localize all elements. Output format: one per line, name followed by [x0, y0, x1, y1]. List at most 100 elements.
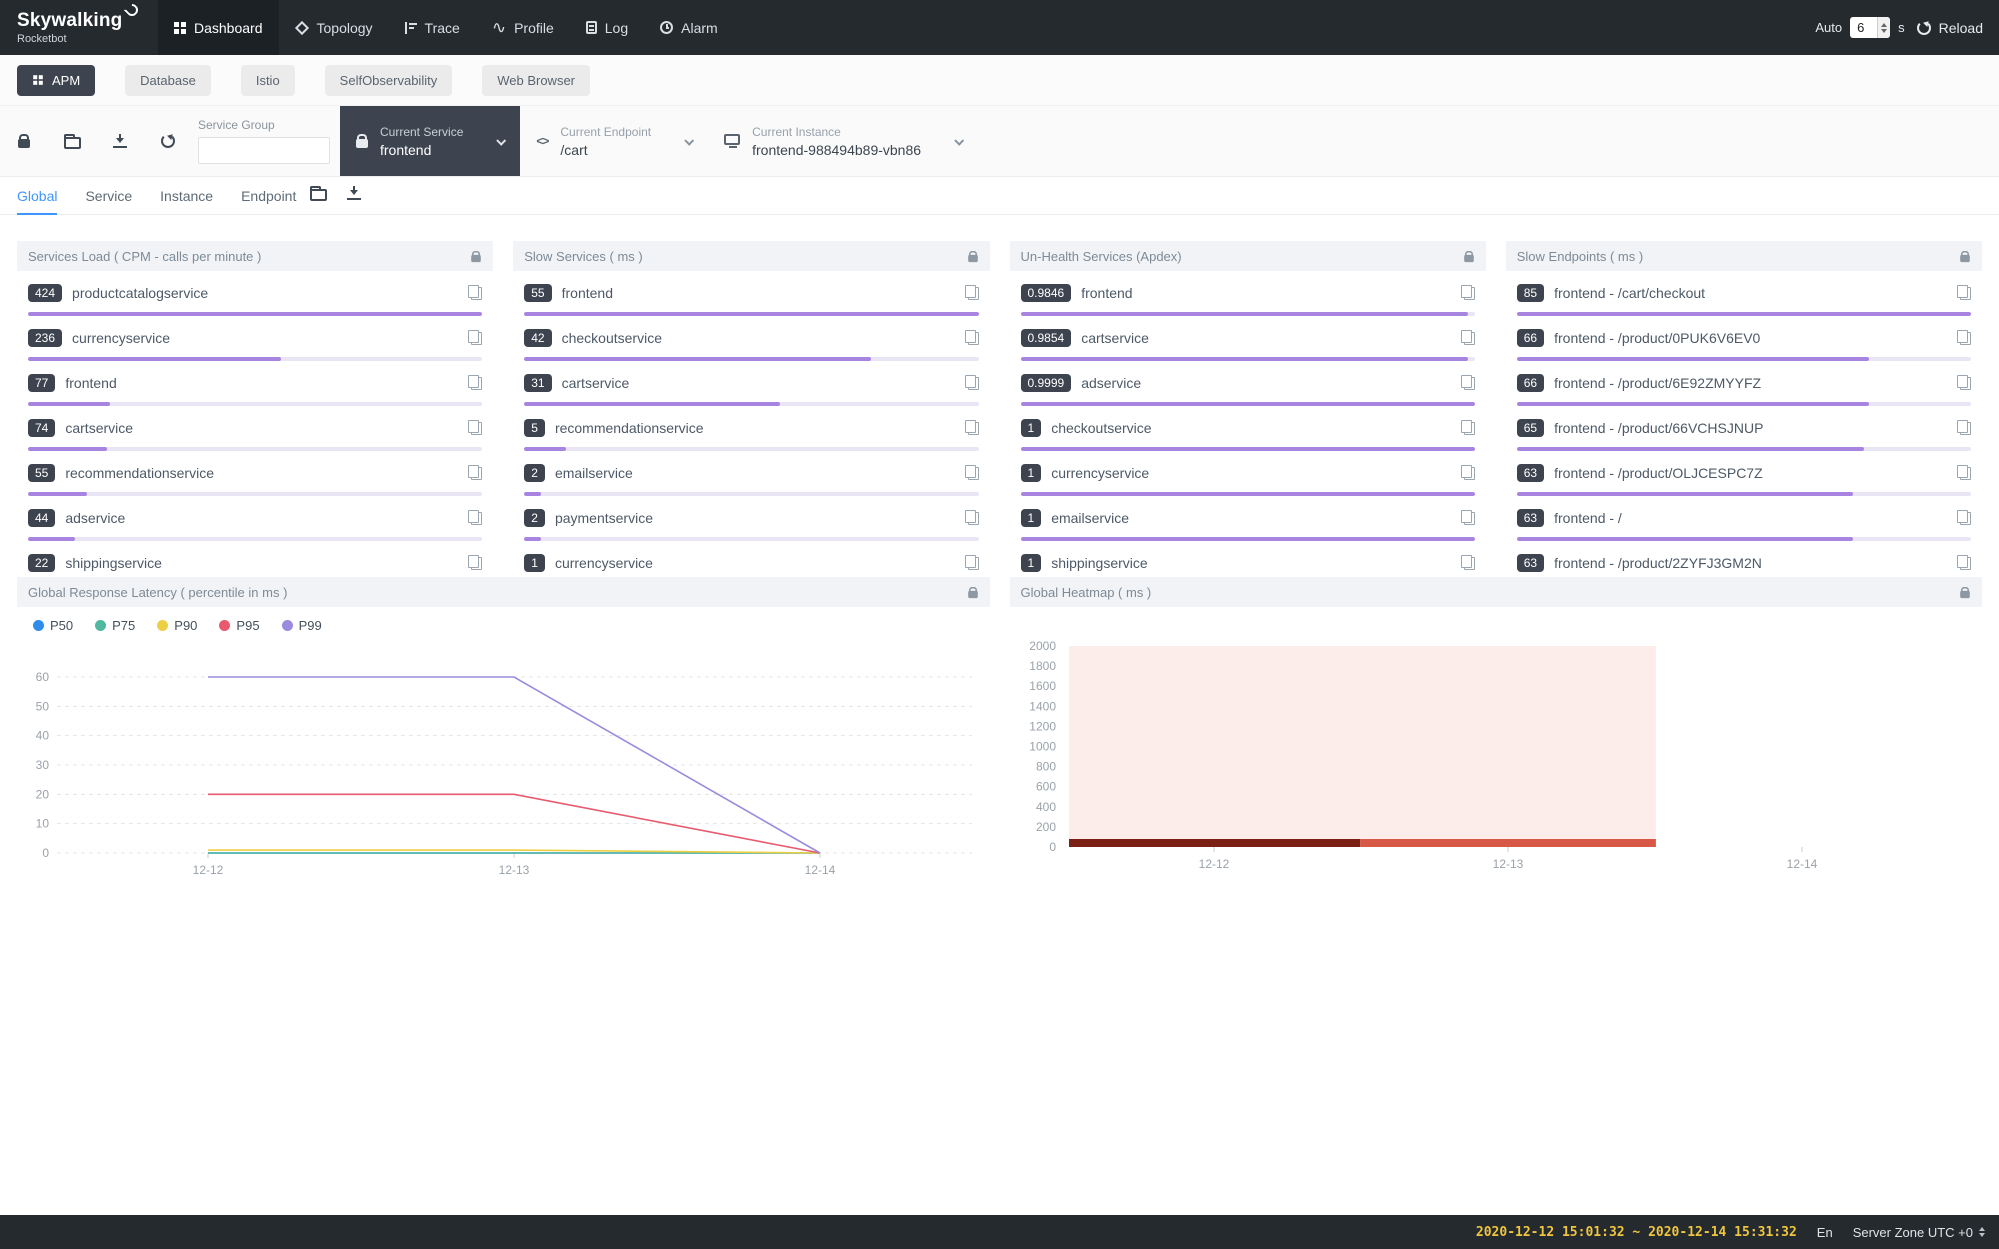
view-tab-endpoint[interactable]: Endpoint	[241, 177, 296, 214]
nav-item-dashboard[interactable]: Dashboard	[158, 0, 279, 55]
list-item[interactable]: 44adservice	[28, 496, 482, 541]
view-tab-global[interactable]: Global	[17, 177, 57, 214]
copy-icon[interactable]	[965, 555, 979, 570]
logo[interactable]: Skywalking Rocketbot	[0, 0, 152, 55]
download-button[interactable]	[96, 106, 144, 176]
selector-current-endpoint[interactable]: <>Current Endpoint/cart	[520, 106, 708, 176]
list-item[interactable]: 1currencyservice	[1021, 451, 1475, 496]
lock-icon[interactable]	[471, 255, 481, 262]
copy-icon[interactable]	[468, 330, 482, 345]
folder-button[interactable]	[48, 106, 96, 176]
legend-item-p75[interactable]: P75	[95, 618, 135, 633]
list-item[interactable]: 1emailservice	[1021, 496, 1475, 541]
refresh-button[interactable]	[144, 106, 192, 176]
copy-icon[interactable]	[965, 285, 979, 300]
copy-icon[interactable]	[468, 555, 482, 570]
page-tab-selfobservability[interactable]: SelfObservability	[325, 65, 453, 96]
copy-icon[interactable]	[1957, 465, 1971, 480]
list-item[interactable]: 1checkoutservice	[1021, 406, 1475, 451]
page-tab-apm[interactable]: APM	[17, 65, 95, 96]
nav-item-trace[interactable]: Trace	[389, 0, 476, 55]
lock-icon[interactable]	[1464, 255, 1474, 262]
lock-icon[interactable]	[968, 255, 978, 262]
list-item[interactable]: 424productcatalogservice	[28, 271, 482, 316]
copy-icon[interactable]	[1461, 375, 1475, 390]
list-item[interactable]: 66frontend - /product/6E92ZMYYFZ	[1517, 361, 1971, 406]
lock-icon[interactable]	[968, 591, 978, 598]
page-tab-web-browser[interactable]: Web Browser	[482, 65, 590, 96]
language-toggle[interactable]: En	[1817, 1225, 1833, 1240]
copy-icon[interactable]	[1957, 510, 1971, 525]
copy-icon[interactable]	[965, 420, 979, 435]
nav-item-alarm[interactable]: Alarm	[644, 0, 734, 55]
legend-item-p50[interactable]: P50	[33, 618, 73, 633]
lock-button[interactable]	[0, 106, 48, 176]
list-item[interactable]: 65frontend - /product/66VCHSJNUP	[1517, 406, 1971, 451]
copy-icon[interactable]	[468, 375, 482, 390]
selector-current-service[interactable]: Current Servicefrontend	[340, 106, 520, 176]
folder-button[interactable]	[310, 185, 327, 206]
copy-icon[interactable]	[1461, 285, 1475, 300]
copy-icon[interactable]	[1957, 555, 1971, 570]
copy-icon[interactable]	[468, 420, 482, 435]
list-item[interactable]: 77frontend	[28, 361, 482, 406]
copy-icon[interactable]	[468, 285, 482, 300]
list-item[interactable]: 236currencyservice	[28, 316, 482, 361]
nav-item-topology[interactable]: Topology	[279, 0, 389, 55]
copy-icon[interactable]	[468, 465, 482, 480]
lock-icon[interactable]	[1960, 591, 1970, 598]
copy-icon[interactable]	[1957, 330, 1971, 345]
page-tab-istio[interactable]: Istio	[241, 65, 295, 96]
latency-line-chart[interactable]: 010203040506012-1212-1312-14	[17, 636, 989, 881]
auto-interval-input[interactable]: 6	[1850, 17, 1890, 38]
step-up-icon[interactable]	[1881, 23, 1887, 27]
copy-icon[interactable]	[468, 510, 482, 525]
copy-icon[interactable]	[1461, 510, 1475, 525]
list-item[interactable]: 0.9999adservice	[1021, 361, 1475, 406]
service-group-input[interactable]	[198, 137, 330, 164]
copy-icon[interactable]	[1957, 420, 1971, 435]
heatmap-chart[interactable]: 020040060080010001200140016001800200012-…	[1010, 607, 1972, 881]
list-item[interactable]: 0.9846frontend	[1021, 271, 1475, 316]
list-item[interactable]: 1currencyservice	[524, 541, 978, 572]
copy-icon[interactable]	[965, 330, 979, 345]
list-item[interactable]: 63frontend - /	[1517, 496, 1971, 541]
legend-item-p95[interactable]: P95	[219, 618, 259, 633]
reload-button[interactable]: Reload	[1939, 20, 1983, 36]
selector-current-instance[interactable]: Current Instancefrontend-988494b89-vbn86	[708, 106, 978, 176]
copy-icon[interactable]	[965, 465, 979, 480]
list-item[interactable]: 66frontend - /product/0PUK6V6EV0	[1517, 316, 1971, 361]
list-item[interactable]: 22shippingservice	[28, 541, 482, 572]
view-tab-service[interactable]: Service	[85, 177, 132, 214]
copy-icon[interactable]	[1957, 375, 1971, 390]
zone-stepper-icon[interactable]	[1979, 1227, 1985, 1237]
legend-item-p99[interactable]: P99	[282, 618, 322, 633]
time-range-picker[interactable]: 2020-12-12 15:01:32 ~ 2020-12-14 15:31:3…	[1476, 1225, 1797, 1240]
copy-icon[interactable]	[1957, 285, 1971, 300]
list-item[interactable]: 63frontend - /product/2ZYFJ3GM2N	[1517, 541, 1971, 572]
server-zone-control[interactable]: Server Zone UTC +0	[1853, 1225, 1985, 1240]
list-item[interactable]: 2paymentservice	[524, 496, 978, 541]
view-tab-instance[interactable]: Instance	[160, 177, 213, 214]
copy-icon[interactable]	[1461, 465, 1475, 480]
list-item[interactable]: 31cartservice	[524, 361, 978, 406]
step-down-icon[interactable]	[1881, 29, 1887, 33]
nav-item-profile[interactable]: ∿Profile	[476, 0, 570, 55]
copy-icon[interactable]	[1461, 330, 1475, 345]
list-item[interactable]: 85frontend - /cart/checkout	[1517, 271, 1971, 316]
copy-icon[interactable]	[1461, 420, 1475, 435]
list-item[interactable]: 55frontend	[524, 271, 978, 316]
auto-interval-stepper[interactable]	[1877, 17, 1890, 38]
list-item[interactable]: 1shippingservice	[1021, 541, 1475, 572]
copy-icon[interactable]	[965, 375, 979, 390]
list-item[interactable]: 2emailservice	[524, 451, 978, 496]
copy-icon[interactable]	[1461, 555, 1475, 570]
list-item[interactable]: 42checkoutservice	[524, 316, 978, 361]
list-item[interactable]: 0.9854cartservice	[1021, 316, 1475, 361]
list-item[interactable]: 74cartservice	[28, 406, 482, 451]
nav-item-log[interactable]: Log	[570, 0, 644, 55]
list-item[interactable]: 63frontend - /product/OLJCESPC7Z	[1517, 451, 1971, 496]
copy-icon[interactable]	[965, 510, 979, 525]
list-item[interactable]: 5recommendationservice	[524, 406, 978, 451]
page-tab-database[interactable]: Database	[125, 65, 211, 96]
